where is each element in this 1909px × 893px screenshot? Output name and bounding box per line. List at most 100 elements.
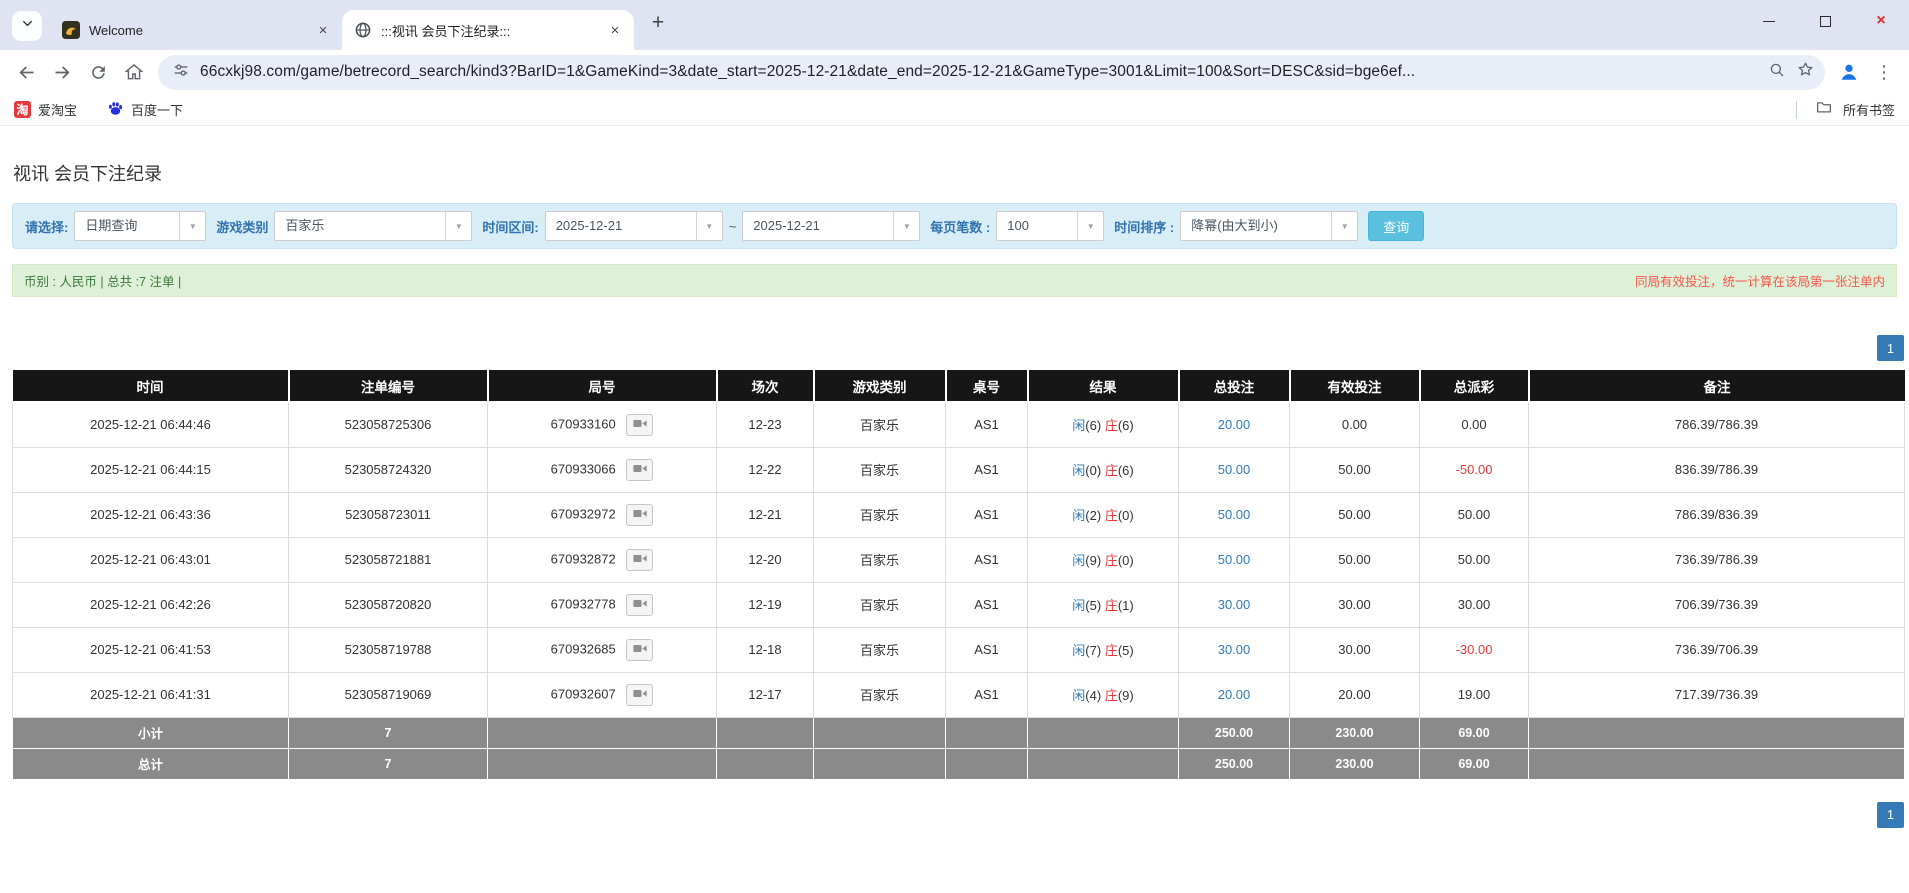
home-button[interactable] xyxy=(116,54,152,90)
total-bet-link[interactable]: 50.00 xyxy=(1218,552,1251,567)
cell-time: 2025-12-21 06:44:46 xyxy=(13,402,289,447)
cell-valid-bet: 20.00 xyxy=(1290,672,1420,717)
folder-icon xyxy=(1815,98,1833,121)
maximize-button[interactable] xyxy=(1797,0,1853,42)
summary-cell xyxy=(1529,748,1905,779)
cell-valid-bet: 50.00 xyxy=(1290,447,1420,492)
profile-avatar[interactable] xyxy=(1831,54,1867,90)
close-icon: × xyxy=(1876,12,1885,30)
cell-round-id: 670933160 xyxy=(488,402,717,447)
tab-welcome[interactable]: Welcome × xyxy=(50,10,342,50)
total-bet-link[interactable]: 30.00 xyxy=(1218,597,1251,612)
summary-cell: 230.00 xyxy=(1290,748,1420,779)
select-arrow-icon: ▼ xyxy=(696,212,722,240)
forward-button[interactable] xyxy=(44,54,80,90)
cell-game-type: 百家乐 xyxy=(814,537,946,582)
total-bet-link[interactable]: 50.00 xyxy=(1218,507,1251,522)
banker-result: 庄 xyxy=(1105,508,1118,523)
query-type-select[interactable]: 日期查询 ▼ xyxy=(74,211,206,241)
time-range-label: 时间区间: xyxy=(482,217,538,236)
cell-result: 闲(7) 庄(5) xyxy=(1028,627,1179,672)
bookmarks-bar: 淘 爱淘宝 百度一下 所有书签 xyxy=(0,94,1909,126)
cell-table-no: AS1 xyxy=(946,582,1028,627)
page-number-button[interactable]: 1 xyxy=(1877,335,1904,361)
column-header: 总派彩 xyxy=(1420,370,1529,402)
page-number-button[interactable]: 1 xyxy=(1877,802,1904,828)
tab-title: Welcome xyxy=(89,23,305,38)
cell-valid-bet: 50.00 xyxy=(1290,492,1420,537)
total-bet-link[interactable]: 30.00 xyxy=(1218,642,1251,657)
site-info-icon[interactable] xyxy=(172,61,190,84)
tab-search-button[interactable] xyxy=(12,11,42,41)
negative-payout: -30.00 xyxy=(1456,642,1493,657)
browser-window: Welcome × :::视讯 会员下注纪录::: × + × xyxy=(0,0,1909,828)
bookmark-taobao[interactable]: 淘 爱淘宝 xyxy=(14,100,77,119)
player-result: 闲 xyxy=(1072,688,1085,703)
cell-round-id: 670932872 xyxy=(488,537,717,582)
pagination-bottom: 1 xyxy=(0,802,1904,828)
cell-note: 736.39/706.39 xyxy=(1529,627,1905,672)
cell-round-id: 670932685 xyxy=(488,627,717,672)
per-page-select[interactable]: 100 ▼ xyxy=(996,211,1104,241)
date-start-select[interactable]: 2025-12-21 ▼ xyxy=(545,211,723,241)
bet-records-table: 时间注单编号局号场次游戏类别桌号结果总投注有效投注总派彩备注 2025-12-2… xyxy=(12,370,1905,780)
total-bet-link[interactable]: 20.00 xyxy=(1218,417,1251,432)
cell-session: 12-17 xyxy=(717,672,814,717)
cell-time: 2025-12-21 06:41:31 xyxy=(13,672,289,717)
browser-menu-icon[interactable]: ⋮ xyxy=(1867,62,1901,83)
tab-close-icon[interactable]: × xyxy=(314,22,332,39)
column-header: 有效投注 xyxy=(1290,370,1420,402)
summary-cell xyxy=(488,748,717,779)
game-type-select[interactable]: 百家乐 ▼ xyxy=(274,211,472,241)
cell-game-type: 百家乐 xyxy=(814,627,946,672)
banker-result: 庄 xyxy=(1105,643,1118,658)
reload-button[interactable] xyxy=(80,54,116,90)
bookmark-baidu[interactable]: 百度一下 xyxy=(107,100,183,120)
all-bookmarks-button[interactable]: 所有书签 xyxy=(1843,100,1895,119)
cell-time: 2025-12-21 06:43:36 xyxy=(13,492,289,537)
welcome-tab-favicon xyxy=(62,21,80,39)
table-row: 2025-12-21 06:41:31523058719069670932607… xyxy=(13,672,1905,717)
table-header-row: 时间注单编号局号场次游戏类别桌号结果总投注有效投注总派彩备注 xyxy=(13,370,1905,402)
sort-select[interactable]: 降幂(由大到小) ▼ xyxy=(1180,211,1358,241)
search-button[interactable]: 查询 xyxy=(1368,211,1424,241)
back-button[interactable] xyxy=(8,54,44,90)
video-replay-button[interactable] xyxy=(626,684,653,706)
summary-cell xyxy=(488,717,717,748)
taobao-icon: 淘 xyxy=(14,101,31,118)
total-bet-link[interactable]: 50.00 xyxy=(1218,462,1251,477)
cell-payout: -50.00 xyxy=(1420,447,1529,492)
tab-betrecord[interactable]: :::视讯 会员下注纪录::: × xyxy=(342,10,634,50)
info-bar: 币别 : 人民币 | 总共 :7 注单 | 同局有效投注，统一计算在该局第一张注… xyxy=(12,264,1897,297)
cell-result: 闲(4) 庄(9) xyxy=(1028,672,1179,717)
summary-cell: 250.00 xyxy=(1179,717,1290,748)
banker-result: 庄 xyxy=(1105,418,1118,433)
video-replay-button[interactable] xyxy=(626,504,653,526)
cell-total-bet: 30.00 xyxy=(1179,582,1290,627)
cell-valid-bet: 0.00 xyxy=(1290,402,1420,447)
cell-session: 12-18 xyxy=(717,627,814,672)
video-replay-button[interactable] xyxy=(626,639,653,661)
cell-table-no: AS1 xyxy=(946,627,1028,672)
close-window-button[interactable]: × xyxy=(1853,0,1909,42)
summary-cell: 69.00 xyxy=(1420,717,1529,748)
video-replay-button[interactable] xyxy=(626,549,653,571)
column-header: 备注 xyxy=(1529,370,1905,402)
summary-cell xyxy=(946,748,1028,779)
date-end-select[interactable]: 2025-12-21 ▼ xyxy=(742,211,920,241)
zoom-level-icon[interactable] xyxy=(1768,61,1786,84)
bookmark-star-icon[interactable] xyxy=(1796,60,1815,84)
new-tab-button[interactable]: + xyxy=(646,11,670,35)
baidu-paw-icon xyxy=(107,100,124,120)
page-content: 视讯 会员下注纪录 请选择: 日期查询 ▼ 游戏类别 百家乐 ▼ 时间区间: 2… xyxy=(0,160,1909,828)
video-replay-button[interactable] xyxy=(626,594,653,616)
total-bet-link[interactable]: 20.00 xyxy=(1218,687,1251,702)
url-text[interactable]: 66cxkj98.com/game/betrecord_search/kind3… xyxy=(200,63,1758,81)
minimize-button[interactable] xyxy=(1741,0,1797,42)
tab-close-icon[interactable]: × xyxy=(606,22,624,39)
video-replay-button[interactable] xyxy=(626,459,653,481)
url-bar[interactable]: 66cxkj98.com/game/betrecord_search/kind3… xyxy=(158,55,1825,90)
video-replay-button[interactable] xyxy=(626,414,653,436)
browser-toolbar: 66cxkj98.com/game/betrecord_search/kind3… xyxy=(0,50,1909,94)
cell-session: 12-23 xyxy=(717,402,814,447)
